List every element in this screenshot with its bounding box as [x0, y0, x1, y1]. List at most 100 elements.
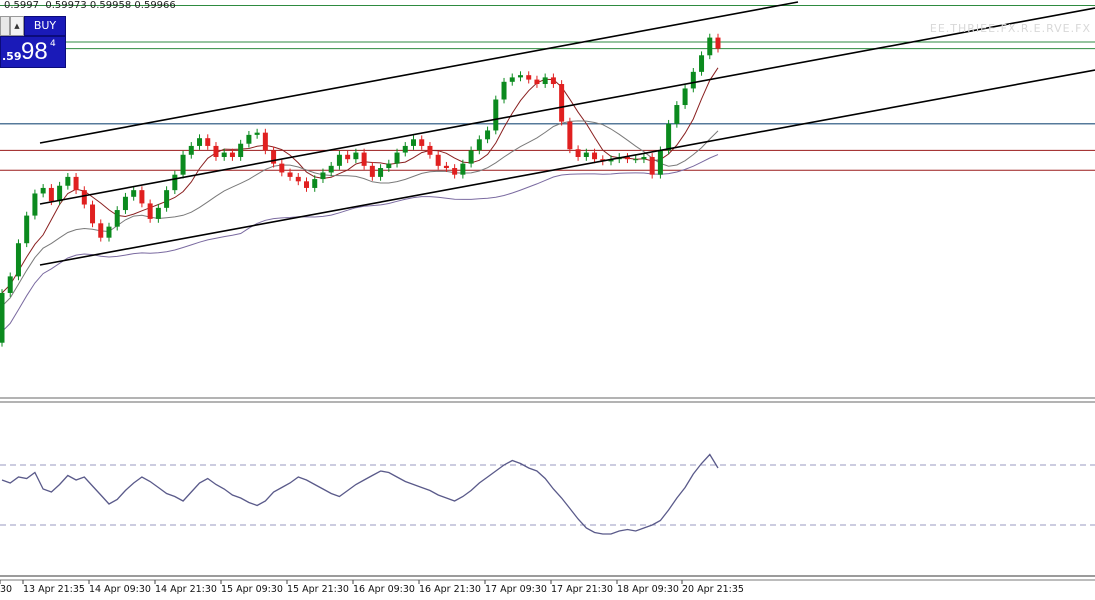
candle-body: [287, 172, 293, 177]
time-tick-label: 15 Apr 21:30: [287, 584, 349, 595]
candle-body: [336, 154, 342, 166]
candle-body: [65, 176, 71, 186]
candle-body: [641, 156, 647, 160]
candle-body: [378, 168, 384, 177]
candle-body: [386, 163, 392, 169]
time-tick-label: 15 Apr 09:30: [221, 584, 283, 595]
candle-body: [460, 163, 466, 175]
candle-body: [155, 207, 161, 219]
candle-body: [485, 130, 491, 140]
candle-body: [361, 152, 367, 166]
candle-body: [48, 187, 54, 202]
candle-body: [435, 154, 441, 166]
candle-body: [147, 203, 153, 219]
candle-body: [542, 77, 548, 85]
candle-body: [369, 165, 375, 177]
forex-chart: [0, 0, 1095, 600]
candle-body: [106, 226, 112, 238]
candle-body: [254, 132, 260, 135]
candle-body: [443, 165, 449, 169]
candle-body: [666, 123, 672, 151]
candle-body: [32, 193, 38, 216]
candle-body: [468, 150, 474, 164]
time-tick-label: 16 Apr 21:30: [419, 584, 481, 595]
candle-body: [197, 138, 203, 146]
candle-body: [131, 190, 137, 197]
candle-body: [452, 168, 458, 175]
candle-body: [394, 152, 400, 164]
candle-body: [402, 145, 408, 153]
price-prefix: .59: [2, 50, 22, 63]
candle-body: [649, 156, 655, 175]
candle-body: [410, 139, 416, 146]
candle-body: [229, 152, 235, 157]
watermark: EE.THRIEE.FX.R.E.RVE.FX: [929, 22, 1091, 35]
candle-body: [213, 145, 219, 157]
candle-body: [559, 84, 565, 122]
candle-body: [180, 154, 186, 175]
candle-body: [345, 154, 351, 160]
candle-body: [246, 134, 252, 144]
candle-body: [476, 139, 482, 151]
candle-body: [699, 55, 705, 72]
candle-body: [690, 71, 696, 89]
time-tick-label: 17 Apr 09:30: [485, 584, 547, 595]
candle-body: [164, 190, 170, 208]
candle-body: [57, 185, 63, 202]
candle-body: [583, 152, 589, 157]
candle-body: [550, 77, 556, 85]
time-tick-label: 30: [0, 584, 13, 595]
time-tick-label: 17 Apr 21:30: [551, 584, 613, 595]
candle-body: [328, 165, 334, 173]
candle-body: [114, 210, 120, 227]
candle-body: [427, 145, 433, 155]
candle-body: [172, 174, 178, 191]
time-tick-label: 13 Apr 21:35: [23, 584, 85, 595]
candle-body: [40, 187, 46, 194]
price-pipette: 4: [50, 39, 56, 49]
candle-body: [419, 139, 425, 146]
candle-body: [295, 176, 301, 182]
candle-body: [221, 152, 227, 157]
candle-body: [534, 79, 540, 85]
candle-body: [493, 99, 499, 131]
candle-body: [501, 81, 507, 100]
candle-body: [657, 150, 663, 175]
candle-body: [320, 172, 326, 180]
candle-body: [304, 181, 310, 188]
candle-body: [674, 105, 680, 124]
buy-button[interactable]: BUY: [24, 16, 66, 36]
candle-body: [90, 204, 96, 224]
candle-body: [122, 196, 128, 211]
candle-body: [312, 179, 318, 188]
candle-body: [517, 75, 523, 78]
time-tick-label: 18 Apr 09:30: [617, 584, 679, 595]
candle-body: [262, 132, 268, 151]
price-main-digits: 98: [21, 38, 48, 65]
candle-body: [15, 243, 21, 277]
candle-body: [633, 159, 639, 161]
time-axis: 30 13 Apr 21:35 14 Apr 09:30 14 Apr 21:3…: [0, 578, 1095, 600]
candle-body: [0, 292, 5, 343]
time-tick-label: 14 Apr 09:30: [89, 584, 151, 595]
panel-collapse-stub[interactable]: [0, 16, 10, 36]
candle-body: [707, 37, 713, 56]
candle-body: [279, 163, 285, 173]
time-tick-label: 16 Apr 09:30: [353, 584, 415, 595]
time-tick-label: 20 Apr 21:35: [682, 584, 744, 595]
candle-body: [682, 88, 688, 106]
buy-price-display[interactable]: .59 98 4: [0, 36, 66, 68]
candle-body: [715, 37, 721, 49]
candle-body: [98, 223, 104, 238]
candle-body: [7, 276, 13, 293]
arrow-up-icon[interactable]: ▲: [10, 16, 24, 36]
candle-body: [353, 152, 359, 160]
candle-body: [592, 152, 598, 160]
time-tick-label: 14 Apr 21:30: [155, 584, 217, 595]
candle-body: [575, 149, 581, 157]
candle-body: [205, 138, 211, 146]
candle-body: [567, 121, 573, 150]
candle-body: [188, 145, 194, 155]
candle-body: [526, 75, 532, 80]
one-click-trade-panel[interactable]: ▲ BUY .59 98 4: [0, 16, 66, 68]
